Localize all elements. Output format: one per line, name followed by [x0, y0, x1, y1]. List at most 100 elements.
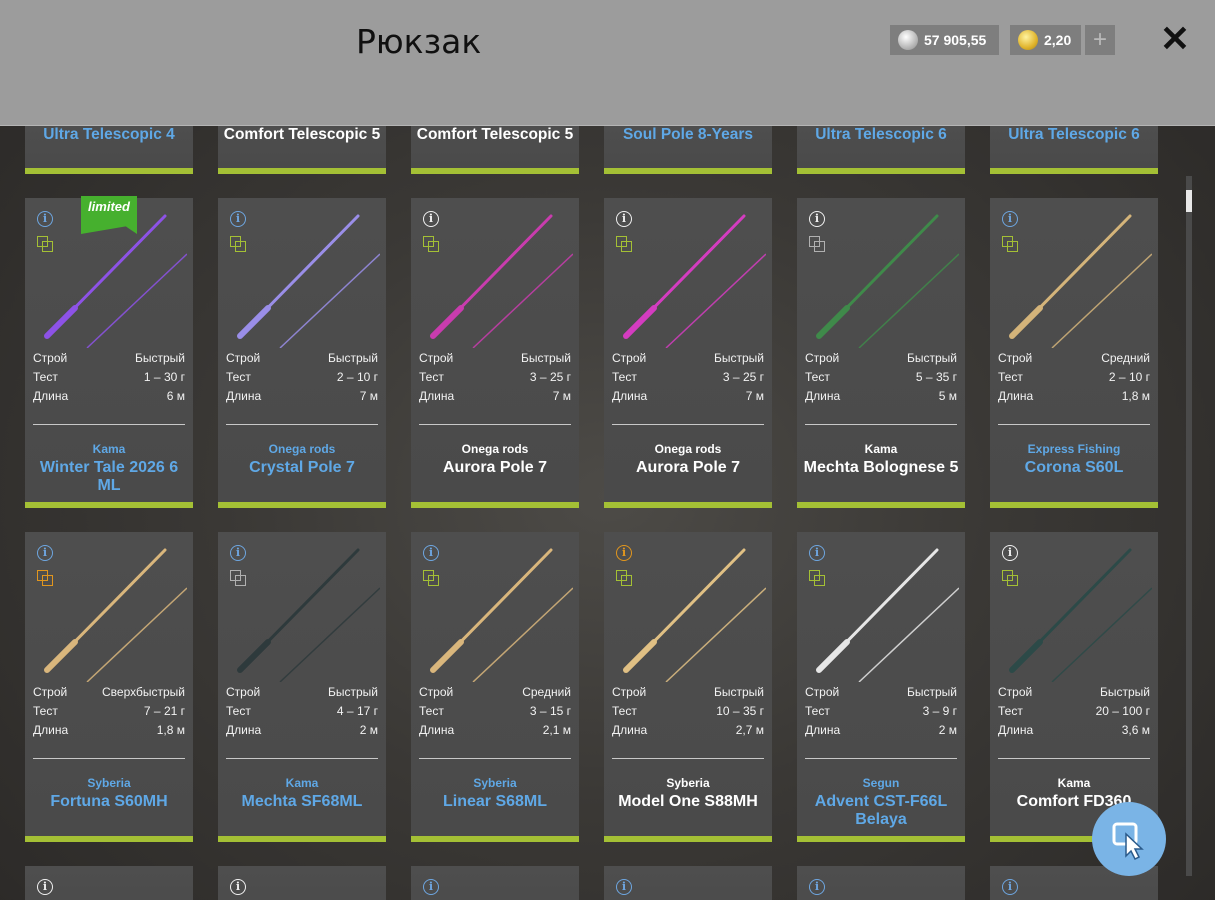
- card-divider: [419, 424, 571, 425]
- stat-label: Тест: [805, 704, 830, 718]
- info-icon[interactable]: i: [809, 211, 825, 227]
- stat-label: Строй: [805, 685, 840, 699]
- info-icon[interactable]: i: [230, 879, 246, 895]
- stat-label: Длина: [226, 723, 262, 737]
- info-icon[interactable]: i: [230, 211, 246, 227]
- stat-row: Строй Быстрый: [33, 351, 185, 370]
- info-icon[interactable]: i: [1002, 211, 1018, 227]
- stat-label: Строй: [33, 685, 68, 699]
- inventory-card[interactable]: Soul Pole 8-Years: [604, 126, 772, 174]
- copy-icon[interactable]: [423, 570, 441, 588]
- stat-value: 1,8 м: [1121, 389, 1150, 403]
- info-icon[interactable]: i: [37, 211, 53, 227]
- stat-value: 5 – 35 г: [915, 370, 957, 384]
- stat-value: Быстрый: [907, 351, 957, 365]
- copy-icon[interactable]: [37, 570, 55, 588]
- info-icon[interactable]: i: [809, 545, 825, 561]
- stat-label: Длина: [226, 389, 262, 403]
- inventory-card[interactable]: Comfort Telescopic 5: [411, 126, 579, 174]
- info-icon[interactable]: i: [616, 879, 632, 895]
- copy-icon[interactable]: [1002, 236, 1020, 254]
- inventory-card[interactable]: Ultra Telescopic 6: [990, 126, 1158, 174]
- stat-row: Строй Быстрый: [805, 351, 957, 370]
- add-currency-button[interactable]: +: [1085, 25, 1115, 55]
- rod-stats: Строй Быстрый Тест 4 – 17 г Длина 2 м: [226, 685, 378, 742]
- copy-icon[interactable]: [809, 570, 827, 588]
- stat-row: Тест 3 – 25 г: [612, 370, 764, 389]
- inventory-card[interactable]: i: [25, 866, 193, 900]
- inventory-card[interactable]: i Строй Средний Тест 2 – 10 г Длина 1,8 м Expre…: [990, 198, 1158, 508]
- stat-label: Строй: [226, 685, 261, 699]
- close-button[interactable]: ✕: [1158, 21, 1192, 57]
- rod-stats: Строй Сверхбыстрый Тест 7 – 21 г Длина 1,8 м: [33, 685, 185, 742]
- info-icon[interactable]: i: [809, 879, 825, 895]
- stat-row: Строй Средний: [419, 685, 571, 704]
- copy-icon[interactable]: [616, 236, 634, 254]
- scrollbar-track[interactable]: [1186, 176, 1192, 876]
- inventory-card[interactable]: i Строй Средний Тест 3 – 15 г Длина 2,1 м Syber…: [411, 532, 579, 842]
- card-brand: Syberia: [473, 776, 517, 790]
- stat-value: Быстрый: [521, 351, 571, 365]
- inventory-card[interactable]: i limited Строй Быстрый Тест 1 – 30 г Длина 6 м…: [25, 196, 193, 508]
- stat-label: Длина: [612, 389, 648, 403]
- info-icon[interactable]: i: [1002, 545, 1018, 561]
- inventory-card[interactable]: i: [218, 866, 386, 900]
- inventory-card[interactable]: i Строй Быстрый Тест 5 – 35 г Длина 5 м Kama Mec…: [797, 198, 965, 508]
- copy-icon[interactable]: [230, 570, 248, 588]
- stat-row: Длина 5 м: [805, 389, 957, 408]
- stat-row: Длина 7 м: [612, 389, 764, 408]
- rod-stats: Строй Средний Тест 2 – 10 г Длина 1,8 м: [998, 351, 1150, 408]
- card-divider: [998, 758, 1150, 759]
- scrollbar-thumb[interactable]: [1186, 190, 1192, 212]
- copy-icon[interactable]: [230, 236, 248, 254]
- inventory-card[interactable]: Ultra Telescopic 4: [25, 126, 193, 174]
- stat-label: Длина: [998, 723, 1034, 737]
- inventory-card[interactable]: i Строй Быстрый Тест 10 – 35 г Длина 2,7 м Sybe…: [604, 532, 772, 842]
- info-icon[interactable]: i: [423, 211, 439, 227]
- inventory-card[interactable]: i Строй Сверхбыстрый Тест 7 – 21 г Длина 1,8 м…: [25, 532, 193, 842]
- stat-row: Длина 2,1 м: [419, 723, 571, 742]
- copy-icon[interactable]: [1002, 570, 1020, 588]
- card-divider: [612, 424, 764, 425]
- info-icon[interactable]: i: [423, 879, 439, 895]
- stat-value: 3 – 9 г: [922, 704, 957, 718]
- inventory-card[interactable]: i: [411, 866, 579, 900]
- info-icon[interactable]: i: [423, 545, 439, 561]
- rod-image: [237, 548, 380, 682]
- copy-icon[interactable]: [37, 236, 55, 254]
- info-icon[interactable]: i: [1002, 879, 1018, 895]
- info-icon[interactable]: i: [37, 879, 53, 895]
- info-icon[interactable]: i: [230, 545, 246, 561]
- cursor-mode-button[interactable]: [1092, 802, 1166, 876]
- card-model-name: Aurora Pole 7: [635, 459, 741, 476]
- stat-value: 4 – 17 г: [336, 704, 378, 718]
- copy-icon[interactable]: [423, 236, 441, 254]
- inventory-card[interactable]: i Строй Быстрый Тест 3 – 25 г Длина 7 м Onega r…: [411, 198, 579, 508]
- stat-value: 2,7 м: [735, 723, 764, 737]
- inventory-card[interactable]: i: [797, 866, 965, 900]
- stat-value: Сверхбыстрый: [102, 685, 185, 699]
- info-icon[interactable]: i: [616, 211, 632, 227]
- info-icon[interactable]: i: [37, 545, 53, 561]
- inventory-card[interactable]: i Строй Быстрый Тест 2 – 10 г Длина 7 м Onega r…: [218, 198, 386, 508]
- stat-row: Длина 1,8 м: [998, 389, 1150, 408]
- stat-value: 7 – 21 г: [143, 704, 185, 718]
- rod-stats: Строй Быстрый Тест 1 – 30 г Длина 6 м: [33, 351, 185, 408]
- inventory-card[interactable]: Ultra Telescopic 6: [797, 126, 965, 174]
- inventory-card[interactable]: i Строй Быстрый Тест 20 – 100 г Длина 3,6 м Kam…: [990, 532, 1158, 842]
- inventory-card[interactable]: Comfort Telescopic 5: [218, 126, 386, 174]
- card-model-name: Comfort Telescopic 5: [223, 126, 381, 143]
- stat-value: Средний: [522, 685, 571, 699]
- copy-icon[interactable]: [616, 570, 634, 588]
- info-icon[interactable]: i: [616, 545, 632, 561]
- inventory-card[interactable]: i Строй Быстрый Тест 4 – 17 г Длина 2 м Kama Mec…: [218, 532, 386, 842]
- stat-value: Быстрый: [328, 351, 378, 365]
- card-brand: Segun: [862, 776, 900, 790]
- inventory-card[interactable]: i Строй Быстрый Тест 3 – 25 г Длина 7 м Onega r…: [604, 198, 772, 508]
- copy-icon[interactable]: [809, 236, 827, 254]
- stat-row: Длина 6 м: [33, 389, 185, 408]
- stat-label: Тест: [419, 370, 444, 384]
- inventory-card[interactable]: i Строй Быстрый Тест 3 – 9 г Длина 2 м Segun Adv…: [797, 532, 965, 842]
- limited-badge: limited: [81, 196, 137, 234]
- inventory-card[interactable]: i: [604, 866, 772, 900]
